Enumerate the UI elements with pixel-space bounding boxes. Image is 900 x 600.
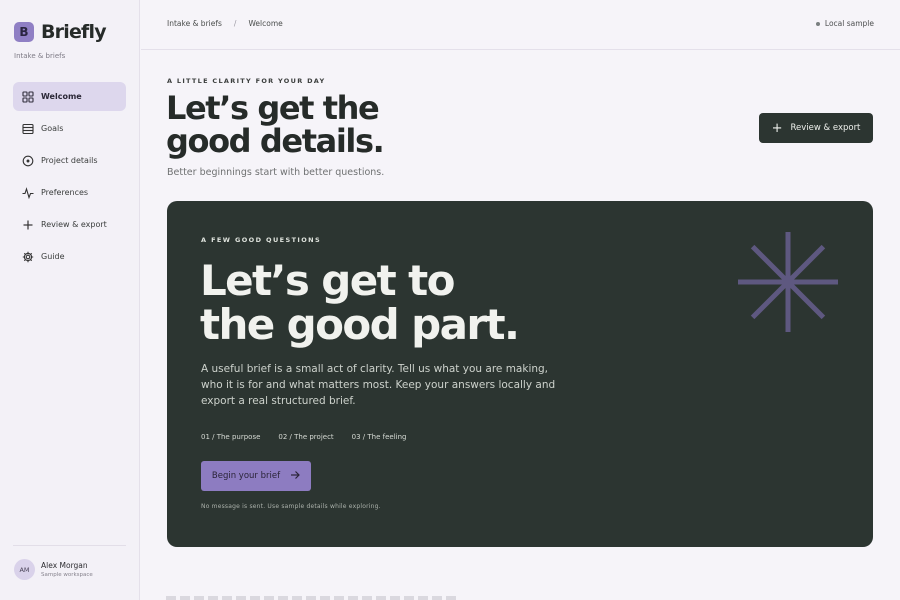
status-label: Local sample [824,19,874,28]
breadcrumb: Intake & briefs / Welcome [167,19,283,28]
sidebar-divider [13,545,126,546]
status-dot-icon [815,21,820,26]
breadcrumb-item-welcome: Welcome [248,19,283,28]
sidebar-item-preferences[interactable]: Preferences [13,178,126,207]
clock-icon [22,155,34,167]
begin-brief-label: Begin your brief [211,471,281,481]
review-export-label: Review & export [790,123,861,133]
card-eyebrow: A FEW GOOD QUESTIONS [201,236,322,244]
sidebar-nav: Welcome Goals Project details Preference… [13,82,126,274]
review-export-button[interactable]: + Review & export [759,113,873,143]
gear-icon [22,251,34,263]
brand-name: Briefly [41,21,107,43]
sidebar: B Briefly Intake & briefs Welcome Goals … [0,0,140,600]
sidebar-item-goals[interactable]: Goals [13,114,126,143]
arrow-right-icon [290,470,300,483]
status-badge: Local sample [815,19,874,28]
sidebar-item-welcome[interactable]: Welcome [13,82,126,111]
step-item-feeling: 03 / The feeling [351,433,407,441]
list-icon [22,123,34,135]
card-note: No message is sent. Use sample details w… [201,503,381,510]
step-item-project: 02 / The project [278,433,334,441]
grid-icon [22,90,34,103]
brand-logo-icon: B [14,22,34,42]
sidebar-item-label: Goals [41,124,64,133]
brand[interactable]: B Briefly [14,21,107,43]
sidebar-item-review-export[interactable]: Review & export [13,210,126,239]
pulse-icon [22,186,34,199]
sidebar-item-guide[interactable]: Guide [13,242,126,271]
step-list: 01 / The purpose 02 / The project 03 / T… [201,433,424,441]
sidebar-item-label: Guide [41,252,65,261]
begin-brief-button[interactable]: Begin your brief [201,461,311,491]
faded-content-line [166,596,456,600]
card-title: Let’s get to the good part. [200,256,520,349]
page-title: Let’s get the good details. [166,89,385,160]
sidebar-item-project-details[interactable]: Project details [13,146,126,175]
sidebar-item-label: Welcome [41,92,82,101]
welcome-card: A FEW GOOD QUESTIONS Let’s get to the go… [167,201,873,547]
sidebar-item-label: Project details [41,156,98,165]
plus-icon [22,219,34,231]
user-profile[interactable]: AM Alex Morgan Sample workspace [14,559,93,580]
card-description: A useful brief is a small act of clarity… [201,363,556,407]
user-name: Alex Morgan [41,561,88,570]
step-item-purpose: 01 / The purpose [201,433,261,441]
breadcrumb-item-intake[interactable]: Intake & briefs [167,19,222,28]
user-workspace: Sample workspace [41,572,93,578]
page-subtitle: Better beginnings start with better ques… [167,167,385,178]
breadcrumb-separator: / [233,19,237,28]
sidebar-item-label: Preferences [41,188,89,197]
avatar: AM [14,559,35,580]
sidebar-item-label: Review & export [41,220,107,229]
topbar: Intake & briefs / Welcome Local sample [141,0,900,50]
plus-icon: + [771,120,783,136]
brand-subtitle: Intake & briefs [14,52,66,60]
hero-eyebrow: A LITTLE CLARITY FOR YOUR DAY [167,77,326,85]
asterisk-burst-icon [738,232,838,332]
